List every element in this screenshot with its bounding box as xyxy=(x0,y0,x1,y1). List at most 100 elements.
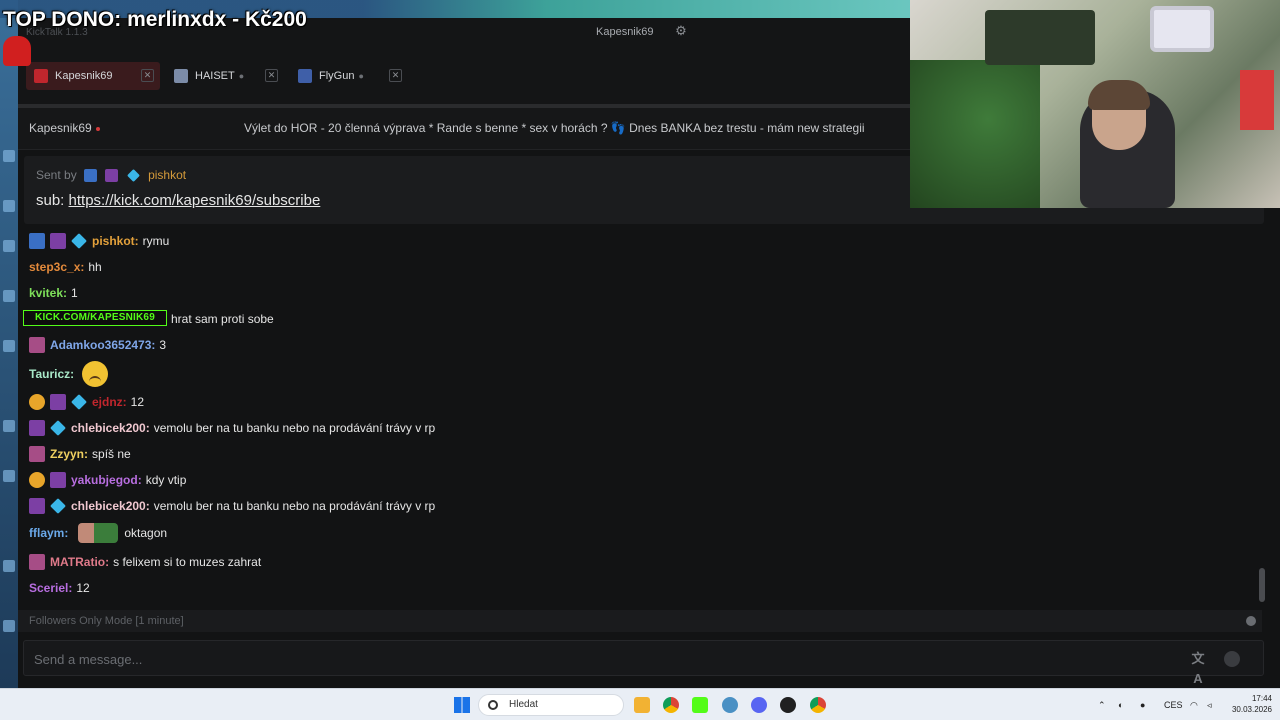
chat-message: step3c_x: hh xyxy=(29,256,102,278)
chat-username[interactable]: Zzyyn: xyxy=(50,447,88,461)
desktop-background xyxy=(0,0,18,688)
followers-only-notice: Followers Only Mode [1 minute] xyxy=(18,610,1262,632)
tab-label: Kapesnik69 xyxy=(55,70,113,82)
gift-badge-icon xyxy=(50,498,66,514)
founder-badge-icon xyxy=(29,394,45,410)
moderator-badge-icon xyxy=(84,169,98,183)
windows-start-icon[interactable] xyxy=(454,697,470,713)
webcam-plants xyxy=(910,60,1040,208)
pinned-sender-name[interactable]: pishkot xyxy=(148,168,186,182)
chat-text: hrat sam proti sobe xyxy=(171,312,274,326)
offline-dot-icon: ● xyxy=(238,71,245,81)
chrome-profile-icon[interactable] xyxy=(810,697,826,713)
taskbar-search-label: Hledat xyxy=(509,699,538,710)
close-tab-icon[interactable]: ✕ xyxy=(265,69,278,82)
emoji-picker-icon[interactable] xyxy=(1224,651,1240,667)
chat-username[interactable]: chlebicek200: xyxy=(71,421,150,435)
desktop-shortcut-icon[interactable] xyxy=(3,620,15,632)
desktop-shortcut-icon[interactable] xyxy=(3,560,15,572)
tab-kapesnik69[interactable]: Kapesnik69 ✕ xyxy=(26,62,160,90)
live-dot-icon xyxy=(95,126,100,131)
chat-username[interactable]: ejdnz: xyxy=(92,395,127,409)
gift-badge-icon xyxy=(71,233,87,249)
translate-icon[interactable]: 文A xyxy=(1188,649,1208,686)
webcam-shelf xyxy=(985,10,1095,65)
subscriber-badge-icon xyxy=(29,446,45,462)
chat-message: MATRatio: s felixem si to muzes zahrat xyxy=(29,551,261,573)
current-user-button[interactable]: Kapesnik69 xyxy=(588,21,662,43)
chat-username[interactable]: Tauricz: xyxy=(29,367,74,381)
desktop-shortcut-icon[interactable] xyxy=(3,340,15,352)
founder-badge-icon xyxy=(29,472,45,488)
sad-face-emote-icon xyxy=(82,361,109,387)
kick-app-icon[interactable] xyxy=(692,697,708,713)
windows-taskbar: Hledat ⌃ ◐ ● CES ◠ ◃ 17:44 30.03.2026 xyxy=(0,688,1280,720)
desktop-shortcut-icon[interactable] xyxy=(3,200,15,212)
chat-username[interactable]: step3c_x: xyxy=(29,260,84,274)
volume-icon[interactable]: ◃ xyxy=(1207,700,1212,711)
network-app-icon[interactable] xyxy=(722,697,738,713)
screen: KickTalk 1.1.3 Kapesnik69 ⚙ Kapesnik69 ✕… xyxy=(0,0,1280,720)
moderator-badge-icon xyxy=(29,233,45,249)
chat-text: spíš ne xyxy=(92,447,131,461)
subscriber-badge-icon xyxy=(105,169,119,183)
channel-name-label: Kapesnik69 xyxy=(29,121,92,135)
language-indicator[interactable]: CES xyxy=(1164,700,1183,710)
tab-label: FlyGun xyxy=(319,70,355,82)
gift-badge-icon xyxy=(50,420,66,436)
chat-username[interactable]: MATRatio: xyxy=(50,555,109,569)
gift-badge-icon xyxy=(71,394,87,410)
tray-app-icon[interactable]: ◐ xyxy=(1118,700,1123,710)
desktop-shortcut-icon[interactable] xyxy=(3,470,15,482)
chat-message: hrat sam proti sobe xyxy=(171,308,274,330)
chat-text: kdy vtip xyxy=(145,473,187,487)
webcam-overlay xyxy=(910,0,1280,208)
chat-username[interactable]: pishkot: xyxy=(92,234,139,248)
followers-only-text: Followers Only Mode [1 minute] xyxy=(29,615,184,627)
subscribe-link[interactable]: https://kick.com/kapesnik69/subscribe xyxy=(69,192,321,209)
chat-username[interactable]: Adamkoo3652473: xyxy=(50,338,155,352)
wifi-icon[interactable]: ◠ xyxy=(1190,700,1198,711)
desktop-shortcut-icon[interactable] xyxy=(3,150,15,162)
channel-name[interactable]: Kapesnik69 xyxy=(29,121,100,135)
system-clock[interactable]: 17:44 30.03.2026 xyxy=(1224,693,1272,715)
close-tab-icon[interactable]: ✕ xyxy=(389,69,402,82)
search-icon xyxy=(488,700,498,710)
discord-icon[interactable] xyxy=(751,697,767,713)
close-tab-icon[interactable]: ✕ xyxy=(141,69,154,82)
chat-message: yakubjegod: kdy vtip xyxy=(29,469,186,491)
chat-messages: pishkot: rymu step3c_x: hh kvitek: 1 hra… xyxy=(23,230,1259,600)
chat-username[interactable]: chlebicek200: xyxy=(71,499,150,513)
subscriber-badge-icon xyxy=(29,337,45,353)
tray-chevron-up-icon[interactable]: ⌃ xyxy=(1098,700,1106,711)
taskbar-search[interactable]: Hledat xyxy=(478,694,624,716)
top-donation-overlay: TOP DONO: merlinxdx - Kč200 xyxy=(3,8,307,31)
obs-icon[interactable] xyxy=(780,697,796,713)
file-explorer-icon[interactable] xyxy=(634,697,650,713)
chat-text: 12 xyxy=(130,395,145,409)
chat-text: s felixem si to muzes zahrat xyxy=(113,555,262,569)
message-input[interactable] xyxy=(34,648,1154,670)
chat-message: Tauricz: xyxy=(29,361,109,387)
tab-flygun[interactable]: FlyGun ● ✕ xyxy=(290,62,408,90)
desktop-shortcut-icon[interactable] xyxy=(3,240,15,252)
chat-message: ejdnz: 12 xyxy=(29,391,144,413)
chat-text: vemolu ber na tu banku nebo na prodávání… xyxy=(153,421,436,435)
chat-username[interactable]: Sceriel: xyxy=(29,581,72,595)
chat-text: oktagon xyxy=(124,526,168,540)
settings-gear-icon[interactable]: ⚙ xyxy=(673,23,689,39)
chat-username[interactable]: yakubjegod: xyxy=(71,473,142,487)
chrome-icon[interactable] xyxy=(663,697,679,713)
chat-username[interactable]: fflaym: xyxy=(29,526,68,540)
sent-by-label: Sent by xyxy=(36,168,77,182)
pinned-prefix: sub: xyxy=(36,192,65,209)
tab-haiset[interactable]: HAISET ● ✕ xyxy=(166,62,284,90)
info-icon[interactable] xyxy=(1246,616,1256,626)
chat-username[interactable]: kvitek: xyxy=(29,286,67,300)
desktop-shortcut-icon[interactable] xyxy=(3,290,15,302)
webcam-basketball-hoop xyxy=(1150,6,1214,52)
desktop-shortcut-icon[interactable] xyxy=(3,420,15,432)
red-mascot-icon xyxy=(3,36,31,66)
chat-scrollbar[interactable] xyxy=(1259,568,1265,602)
microphone-icon[interactable]: ● xyxy=(1140,700,1145,710)
